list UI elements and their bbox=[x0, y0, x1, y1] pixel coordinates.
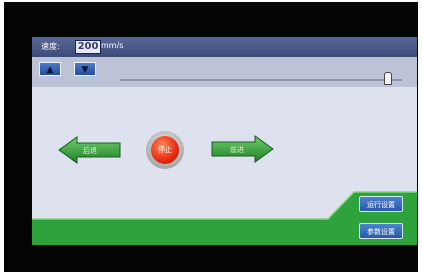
header-bar: 速度: 200 mm/s bbox=[32, 37, 417, 57]
speed-unit: mm/s bbox=[101, 41, 124, 50]
speed-input[interactable]: 200 bbox=[75, 40, 101, 54]
forward-button[interactable]: 前进 bbox=[210, 135, 274, 163]
run-settings-button[interactable]: 运行设置 bbox=[359, 196, 403, 212]
triangle-up-icon: ▲ bbox=[46, 65, 54, 75]
speed-label: 速度: bbox=[41, 42, 60, 51]
stop-label: 停止 bbox=[151, 136, 179, 164]
back-label: 后退 bbox=[83, 147, 97, 155]
increase-button[interactable]: ▲ bbox=[39, 62, 61, 76]
speed-slider-thumb[interactable] bbox=[384, 72, 392, 85]
speed-slider-track[interactable] bbox=[120, 79, 402, 81]
hmi-screen: 速度: 200 mm/s ▲ ▼ 后退 停止 前进 运行设置 参数设置 bbox=[32, 37, 417, 245]
triangle-down-icon: ▼ bbox=[81, 65, 89, 75]
decrease-button[interactable]: ▼ bbox=[74, 62, 96, 76]
back-button[interactable]: 后退 bbox=[58, 136, 122, 164]
parameter-settings-button[interactable]: 参数设置 bbox=[359, 223, 403, 239]
control-strip: ▲ ▼ bbox=[32, 57, 417, 87]
stop-button[interactable]: 停止 bbox=[146, 131, 184, 169]
forward-label: 前进 bbox=[230, 146, 244, 154]
